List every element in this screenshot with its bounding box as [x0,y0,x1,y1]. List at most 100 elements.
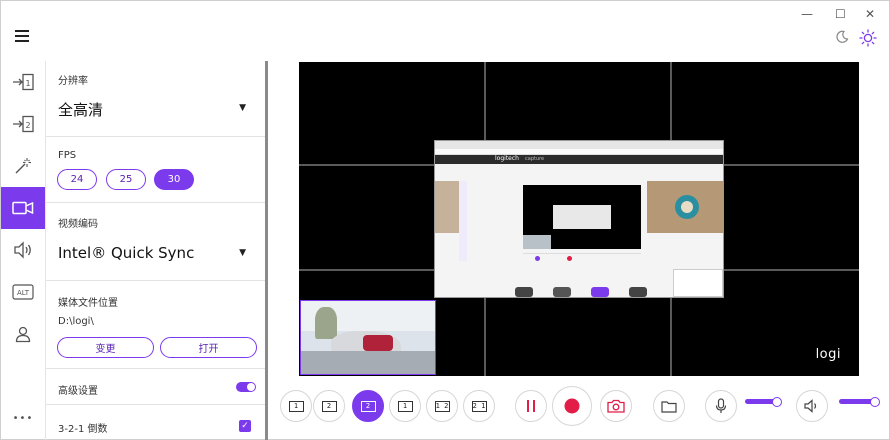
layout-pip-button[interactable]: 2 [352,390,384,422]
resolution-section: 分辨率 全高清 ▼ [46,61,267,137]
snapshot-button[interactable] [600,390,632,422]
countdown-label: 3-2-1 倒数 [58,424,108,435]
microphone-volume-slider[interactable] [745,397,782,407]
countdown-section: 3-2-1 倒数 ✓ [46,405,267,440]
capture-app-window: — ☐ ✕ 1 2 ALT ••• 分辨率 全高清 ▼ FPS 24 25 30… [0,0,890,440]
rail-item-audio[interactable] [1,229,45,271]
panel-scrollbar[interactable] [265,61,268,440]
fps-option-25[interactable]: 25 [106,169,146,190]
nested-browser-tabs [435,141,723,149]
nested-rail [459,181,467,261]
nested-product-image [591,287,609,297]
nested-webcam-image [515,287,533,297]
rail-item-source-2[interactable]: 2 [1,103,45,145]
nested-right-photo [647,181,723,233]
input-1-icon: 1 [13,73,34,91]
bottom-toolbar: 1 2 2 1 1 2 2 1 [269,386,889,430]
layout-split-swap-icon: 2 1 [471,400,487,412]
pause-button[interactable] [515,390,547,422]
nested-inner-capture [553,205,611,229]
open-location-button[interactable]: 打开 [160,337,257,358]
fps-section: FPS 24 25 30 [46,137,267,203]
microphone-button[interactable] [705,390,737,422]
speaker-button[interactable] [796,390,828,422]
logi-watermark: logi [815,347,841,362]
fps-option-30[interactable]: 30 [154,169,194,190]
encoder-label: 视频编码 [58,219,98,230]
encoder-section: 视频编码 Intel® Quick Sync ▼ [46,203,267,281]
layout-single-icon: 2 [321,400,337,412]
effects-wand-icon [15,158,31,174]
svg-text:2: 2 [25,121,30,130]
close-button[interactable]: ✕ [865,7,875,21]
advanced-settings-label: 高级设置 [58,386,98,397]
speaker-icon [804,399,817,413]
nested-preview [523,185,641,249]
nested-header: logitech capture [435,155,723,164]
hamburger-menu-icon[interactable] [15,30,29,42]
navigation-rail: 1 2 ALT ••• [1,61,45,440]
media-location-section: 媒体文件位置 D:\logi\ 变更 打开 [46,281,267,369]
layout-side-by-side-button[interactable]: 1 2 [426,390,458,422]
advanced-settings-section: 高级设置 [46,369,267,405]
rail-item-source-1[interactable]: 1 [1,61,45,103]
camera-pip-overlay[interactable] [300,300,436,375]
user-icon [15,326,31,343]
rail-item-camera[interactable] [1,187,45,229]
rail-item-hotkeys[interactable]: ALT [1,271,45,313]
speaker-icon [14,241,31,259]
rail-item-account[interactable] [1,313,45,355]
record-icon [564,398,580,414]
more-icon[interactable]: ••• [1,397,45,439]
nested-left-photo [435,181,459,233]
rail-item-effects[interactable] [1,145,45,187]
input-2-icon: 2 [13,115,34,133]
camera-preview: logitech capture logi [299,62,859,376]
nested-webcam-image [553,287,571,297]
record-button[interactable] [552,386,592,426]
nested-inner-pip [523,235,551,249]
plant-shape [315,307,337,339]
resolution-label: 分辨率 [58,76,88,87]
nested-tab: capture [525,156,545,162]
chevron-down-icon[interactable]: ▼ [239,248,246,258]
minimize-button[interactable]: — [801,7,813,21]
camera-settings-panel: 分辨率 全高清 ▼ FPS 24 25 30 视频编码 Intel® Quick… [45,61,267,440]
fps-label: FPS [58,150,77,161]
countdown-checkbox[interactable]: ✓ [239,420,251,432]
change-location-button[interactable]: 变更 [57,337,154,358]
media-location-path: D:\logi\ [58,316,94,327]
nested-notepad [673,269,723,297]
title-bar: — ☐ ✕ [1,1,889,61]
layout-side-by-side-swap-button[interactable]: 2 1 [463,390,495,422]
pause-icon [527,400,535,412]
camera-icon [12,201,34,215]
speaker-volume-slider[interactable] [839,397,880,407]
layout-1-button[interactable]: 1 [280,390,312,422]
layout-2-button[interactable]: 2 [313,390,345,422]
layout-split-icon: 1 2 [434,400,450,412]
open-folder-button[interactable] [653,390,685,422]
nested-screen-capture: logitech capture [434,140,724,298]
light-mode-sun-icon[interactable] [859,29,877,47]
camera-snapshot-icon [607,399,625,413]
nested-toolbar [523,253,641,261]
folder-icon [661,400,677,413]
chevron-down-icon[interactable]: ▼ [239,103,246,113]
layout-pip-alt-button[interactable]: 1 [389,390,421,422]
maximize-button[interactable]: ☐ [835,7,846,21]
svg-text:1: 1 [25,79,30,88]
media-location-label: 媒体文件位置 [58,298,118,309]
alt-key-icon: ALT [12,284,34,300]
nested-webcam-image [629,287,647,297]
resolution-dropdown[interactable]: 全高清 [58,99,103,120]
dark-mode-moon-icon[interactable] [835,30,849,44]
microphone-icon [715,398,727,413]
encoder-dropdown[interactable]: Intel® Quick Sync [58,244,194,262]
layout-pip-icon: 2 [360,400,376,412]
advanced-settings-toggle[interactable] [236,382,256,392]
svg-text:ALT: ALT [17,289,30,297]
layout-pip-alt-icon: 1 [397,400,413,412]
nested-logo: logitech [495,155,519,162]
fps-option-24[interactable]: 24 [57,169,97,190]
